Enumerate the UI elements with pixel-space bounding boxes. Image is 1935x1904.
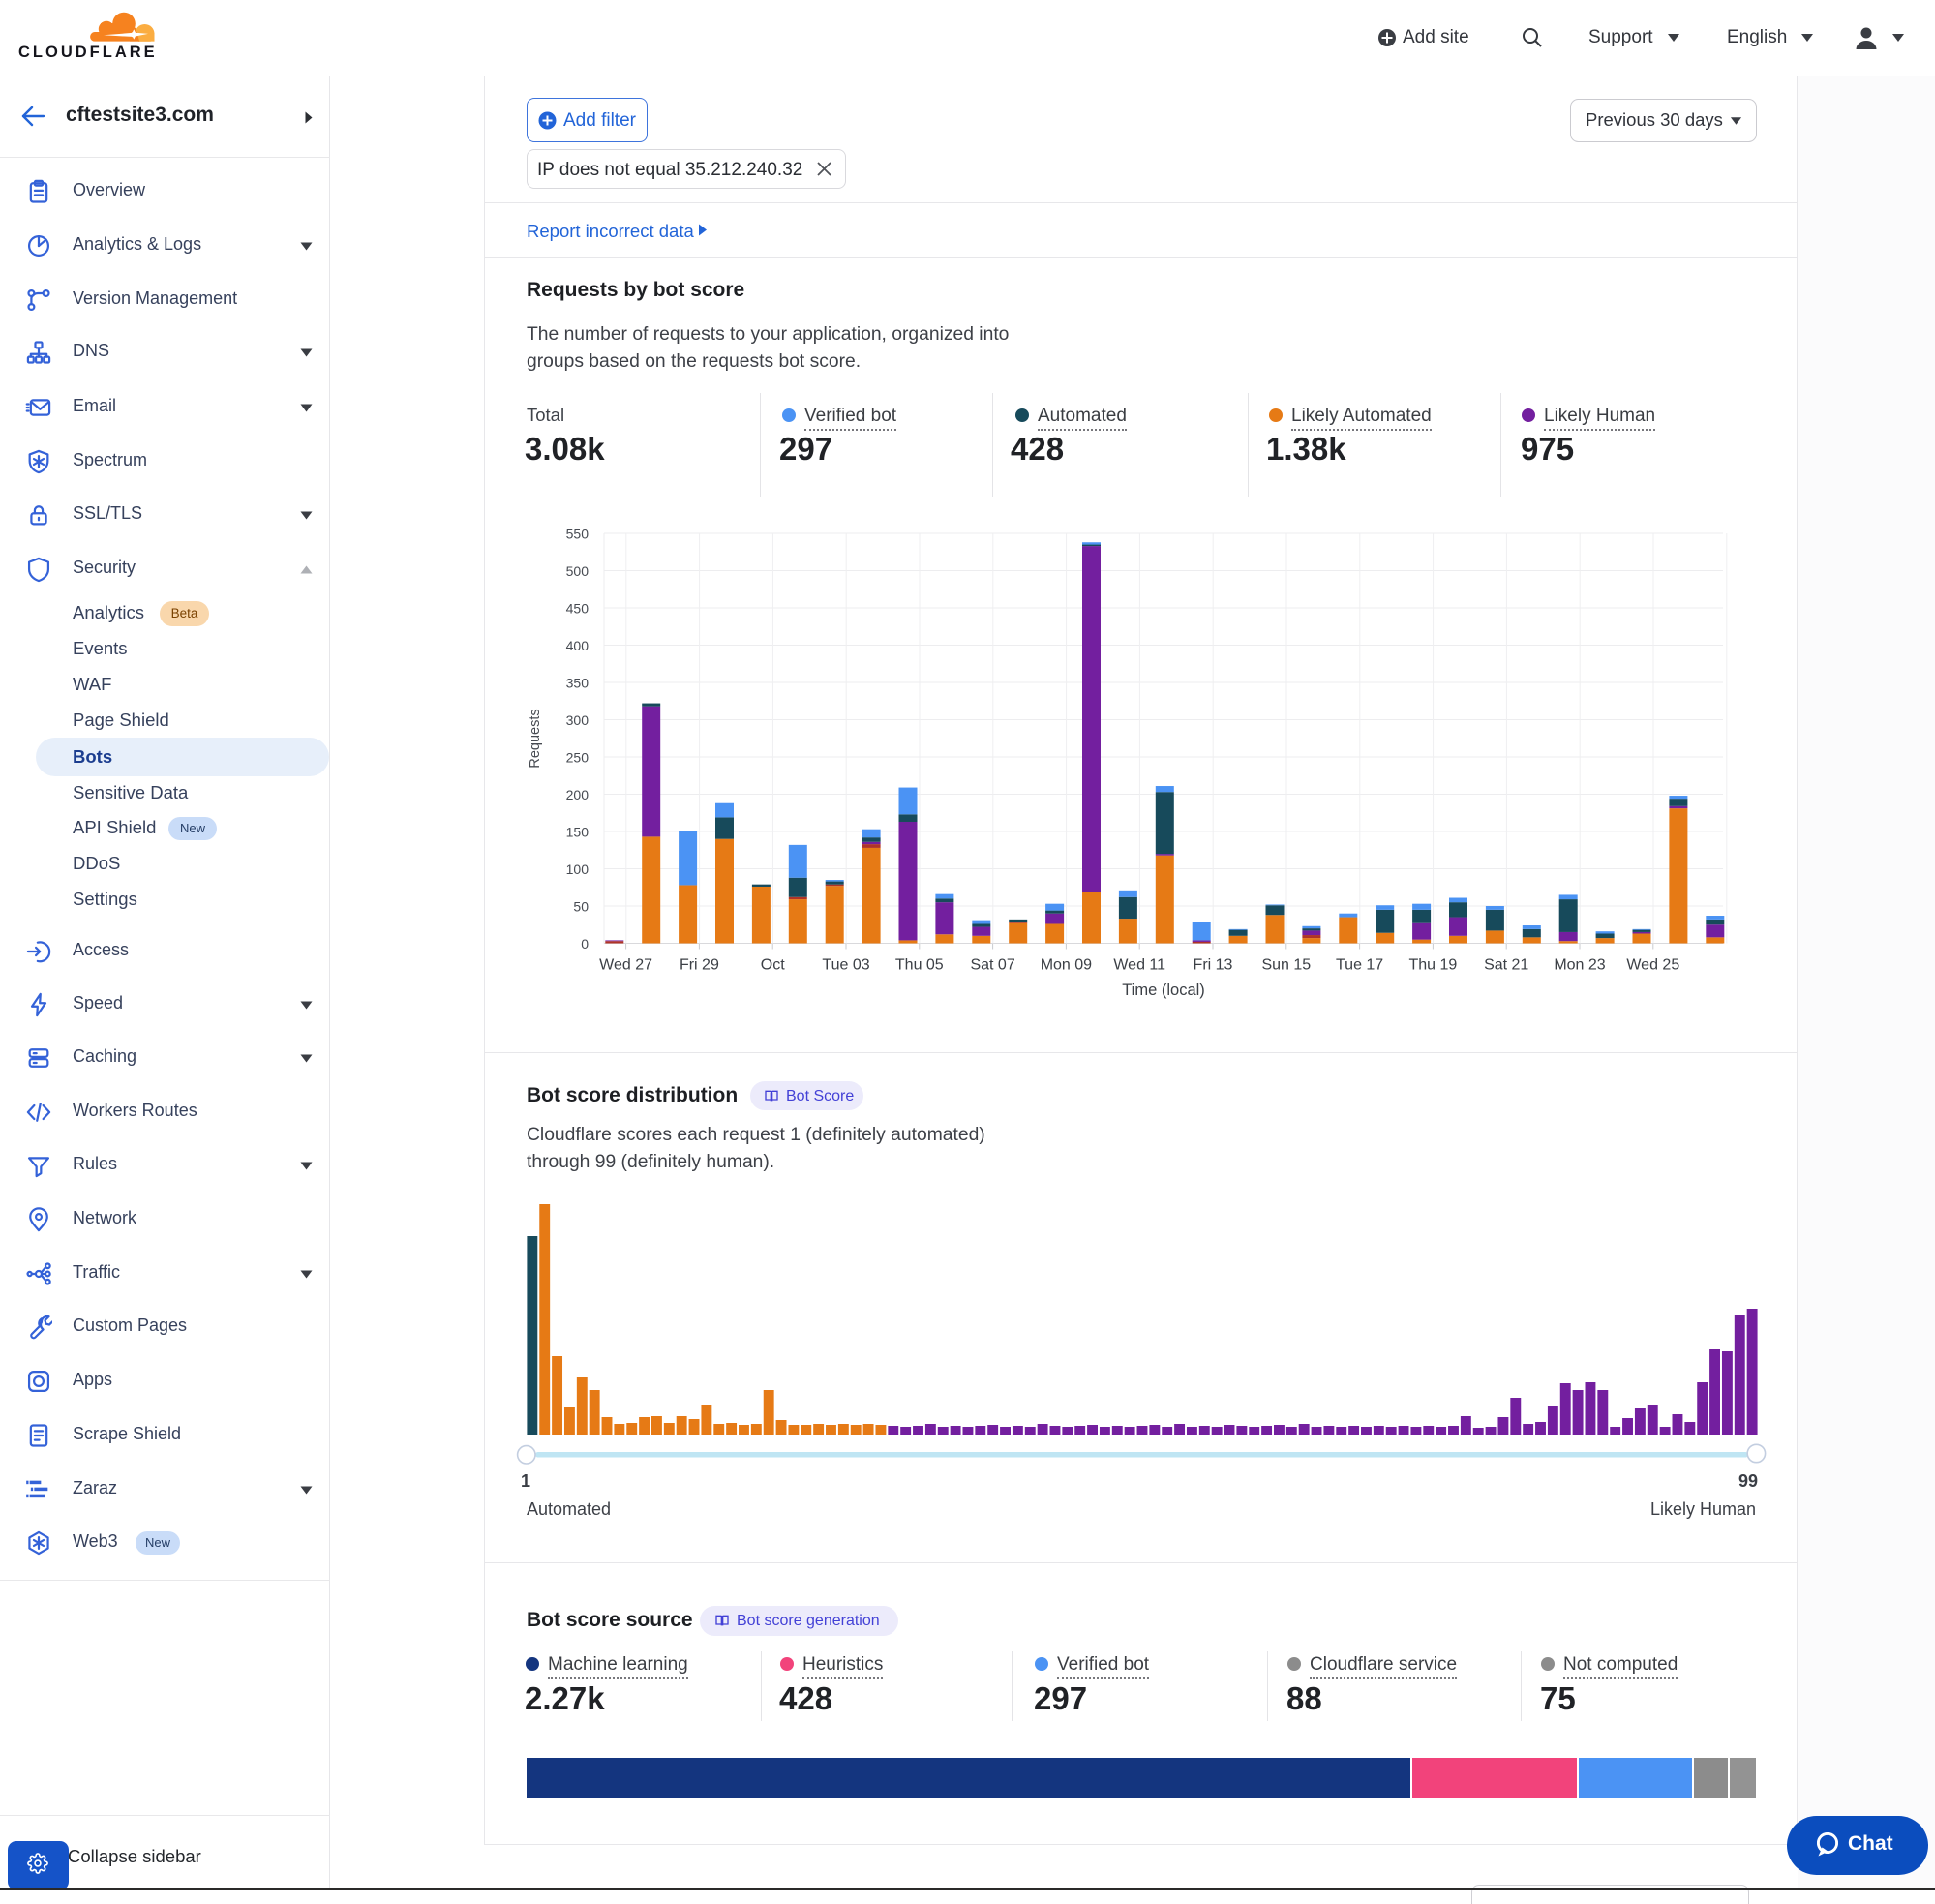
- svg-text:450: 450: [566, 601, 590, 617]
- svg-text:50: 50: [573, 899, 589, 915]
- svg-text:150: 150: [566, 825, 590, 840]
- svg-text:Sun 15: Sun 15: [1261, 957, 1311, 974]
- svg-text:Wed 11: Wed 11: [1113, 957, 1165, 974]
- svg-text:0: 0: [581, 936, 589, 952]
- svg-text:Time (local): Time (local): [1122, 982, 1205, 999]
- svg-text:Wed 25: Wed 25: [1626, 957, 1679, 974]
- svg-text:350: 350: [566, 676, 590, 691]
- svg-text:250: 250: [566, 750, 590, 766]
- svg-text:Sat 21: Sat 21: [1484, 957, 1528, 974]
- svg-text:Sat 07: Sat 07: [970, 957, 1014, 974]
- svg-text:Tue 17: Tue 17: [1336, 957, 1383, 974]
- svg-text:500: 500: [566, 563, 590, 579]
- svg-text:Thu 05: Thu 05: [895, 957, 944, 974]
- svg-text:Requests: Requests: [528, 709, 543, 768]
- svg-text:Wed 27: Wed 27: [599, 957, 652, 974]
- svg-text:400: 400: [566, 638, 590, 653]
- svg-text:Mon 09: Mon 09: [1041, 957, 1092, 974]
- svg-text:300: 300: [566, 712, 590, 728]
- svg-text:Mon 23: Mon 23: [1554, 957, 1605, 974]
- svg-text:Fri 29: Fri 29: [680, 957, 719, 974]
- svg-text:200: 200: [566, 787, 590, 802]
- svg-text:Oct: Oct: [761, 957, 785, 974]
- svg-text:Thu 19: Thu 19: [1408, 957, 1457, 974]
- svg-text:550: 550: [566, 527, 590, 542]
- svg-text:Fri 13: Fri 13: [1194, 957, 1233, 974]
- svg-text:Tue 03: Tue 03: [822, 957, 869, 974]
- svg-text:100: 100: [566, 861, 590, 877]
